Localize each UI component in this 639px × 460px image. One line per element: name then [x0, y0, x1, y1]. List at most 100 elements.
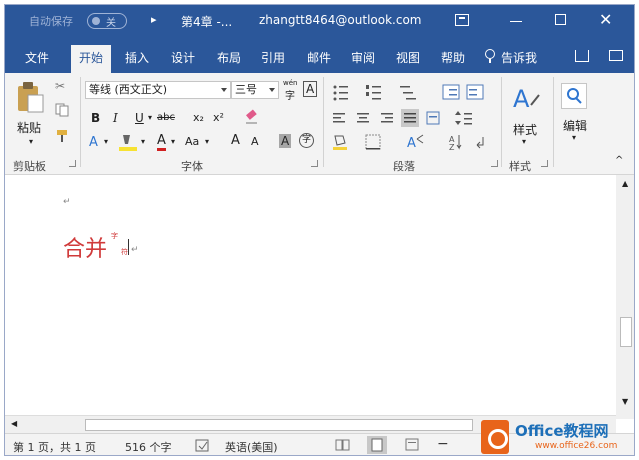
vertical-scroll-thumb[interactable] — [620, 317, 632, 347]
collapse-ribbon-icon[interactable]: ^ — [615, 155, 623, 166]
quick-access-more-icon[interactable]: ▸ — [151, 13, 157, 26]
change-case-button[interactable]: Aa — [185, 135, 199, 148]
scroll-left-icon[interactable]: ◀ — [11, 419, 17, 428]
ribbon: 粘贴 ▾ ✂ 剪贴板 等线 (西文正文) 三号 wén 字 A B I U ▾ … — [5, 73, 634, 175]
borders-icon — [365, 134, 381, 150]
strikethrough-button[interactable]: abc — [157, 112, 175, 123]
font-launcher-icon[interactable] — [311, 160, 318, 167]
enclose-characters-button[interactable]: 字 — [299, 133, 314, 148]
word-count[interactable]: 516 个字 — [125, 439, 172, 455]
italic-button[interactable]: I — [113, 111, 118, 125]
multilevel-list-icon — [400, 86, 416, 100]
text-effects-dropdown-icon[interactable]: ▾ — [104, 137, 108, 146]
tab-references[interactable]: 引用 — [261, 49, 285, 66]
font-name-value: 等线 (西文正文) — [89, 83, 168, 96]
show-marks-icon — [476, 137, 484, 149]
tab-help[interactable]: 帮助 — [441, 49, 465, 66]
char-border-button[interactable]: A — [303, 81, 318, 97]
search-button[interactable] — [561, 83, 587, 109]
chinese-layout-icon: A — [407, 134, 424, 151]
highlight-icon[interactable] — [117, 133, 139, 153]
font-name-combo[interactable]: 等线 (西文正文) — [85, 81, 231, 99]
shrink-font-button[interactable]: A — [251, 135, 259, 148]
tell-me-box[interactable]: 告诉我 — [501, 49, 537, 66]
share-icon[interactable] — [575, 50, 589, 62]
font-size-combo[interactable]: 三号 — [231, 81, 279, 99]
web-layout-icon[interactable] — [405, 438, 421, 452]
font-color-dropdown-icon[interactable]: ▾ — [171, 137, 175, 146]
phonetic-guide-button[interactable]: 字 — [285, 87, 295, 102]
svg-text:A: A — [513, 85, 530, 113]
font-size-value: 三号 — [235, 83, 257, 96]
clear-formatting-icon[interactable] — [243, 109, 261, 127]
subscript-button[interactable]: x₂ — [193, 111, 204, 124]
tab-insert[interactable]: 插入 — [125, 49, 149, 66]
text-cursor — [128, 239, 129, 255]
ribbon-display-options-icon[interactable] — [455, 14, 469, 26]
comments-icon[interactable] — [609, 50, 623, 61]
grow-font-button[interactable]: A — [231, 133, 240, 148]
close-button[interactable]: ✕ — [599, 10, 612, 29]
format-painter-icon[interactable] — [55, 129, 71, 143]
editing-label[interactable]: 编辑 — [563, 117, 587, 134]
page-count[interactable]: 第 1 页，共 1 页 — [13, 439, 96, 455]
ruby-top: 字 — [111, 232, 118, 240]
read-mode-icon[interactable] — [335, 438, 351, 452]
list-buttons — [333, 84, 484, 101]
office-logo-icon — [481, 420, 509, 454]
text-effects-button[interactable]: A — [89, 135, 98, 150]
tab-review[interactable]: 审阅 — [351, 49, 375, 66]
increase-indent-icon — [466, 84, 484, 100]
paragraph-launcher-icon[interactable] — [491, 160, 498, 167]
paste-dropdown-icon[interactable]: ▾ — [29, 137, 33, 146]
cut-icon[interactable]: ✂ — [55, 79, 65, 93]
group-label-clipboard: 剪贴板 — [13, 160, 46, 173]
tab-mailings[interactable]: 邮件 — [307, 49, 331, 66]
underline-button[interactable]: U — [135, 111, 144, 125]
distributed-icon — [426, 111, 440, 125]
print-layout-icon[interactable] — [367, 436, 387, 454]
document-canvas[interactable]: ↵ 合并 字 符 ↵ — [5, 175, 616, 419]
group-label-paragraph: 段落 — [393, 160, 415, 173]
minimize-button[interactable] — [510, 21, 522, 22]
char-shading-button[interactable]: A — [279, 134, 292, 148]
account-name[interactable]: zhangtt8464@outlook.com — [259, 13, 422, 27]
tab-layout[interactable]: 布局 — [217, 49, 241, 66]
numbering-icon — [366, 85, 381, 100]
styles-icon[interactable]: A — [511, 83, 541, 113]
highlight-dropdown-icon[interactable]: ▾ — [141, 137, 145, 146]
tab-design[interactable]: 设计 — [171, 49, 195, 66]
maximize-button[interactable] — [555, 14, 566, 25]
styles-launcher-icon[interactable] — [541, 160, 548, 167]
change-case-dropdown-icon[interactable]: ▾ — [205, 137, 209, 146]
tab-home[interactable]: 开始 — [71, 45, 112, 73]
scroll-up-icon[interactable]: ▲ — [622, 179, 628, 188]
styles-label[interactable]: 样式 — [513, 121, 537, 138]
vertical-scrollbar[interactable]: ▲ ▼ — [616, 175, 634, 419]
copy-icon[interactable] — [55, 103, 69, 117]
clipboard-launcher-icon[interactable] — [69, 160, 76, 167]
tab-file[interactable]: 文件 — [25, 49, 49, 66]
bold-button[interactable]: B — [91, 111, 100, 125]
scroll-down-icon[interactable]: ▼ — [622, 397, 628, 406]
styles-dropdown-icon[interactable]: ▾ — [522, 137, 526, 146]
font-color-button[interactable]: A — [157, 133, 166, 151]
horizontal-scroll-thumb[interactable] — [85, 419, 473, 431]
phonetic-guide-label: wén — [283, 79, 298, 87]
paragraph-mark: ↵ — [131, 245, 139, 255]
paste-label[interactable]: 粘贴 — [17, 119, 41, 136]
editing-dropdown-icon[interactable]: ▾ — [572, 133, 576, 142]
proofing-icon[interactable] — [195, 439, 211, 453]
paste-icon[interactable] — [15, 81, 45, 113]
underline-dropdown-icon[interactable]: ▾ — [148, 113, 152, 122]
zoom-out-icon[interactable]: − — [437, 436, 449, 452]
document-text[interactable]: 合并 — [63, 231, 107, 263]
group-separator — [553, 77, 554, 167]
lightbulb-icon[interactable] — [485, 49, 495, 63]
title-bar: 自动保存 关 ▸ 第4章 -... zhangtt8464@outlook.co… — [5, 5, 634, 39]
autosave-toggle[interactable]: 关 — [87, 13, 127, 29]
tab-view[interactable]: 视图 — [396, 49, 420, 66]
group-separator — [80, 77, 81, 167]
language-label[interactable]: 英语(美国) — [225, 439, 278, 455]
superscript-button[interactable]: x² — [213, 111, 224, 124]
